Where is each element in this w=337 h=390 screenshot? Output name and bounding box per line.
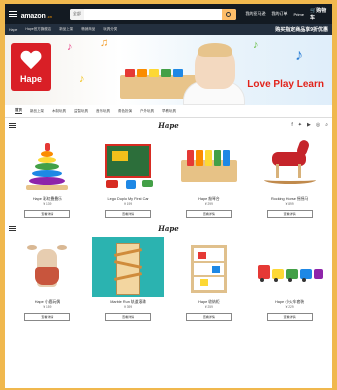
toy-key	[125, 69, 135, 77]
toy-key	[149, 69, 159, 77]
view-product-button[interactable]: 查看详情	[266, 313, 313, 321]
search-icon[interactable]: ⌕	[325, 122, 328, 128]
search-category-select[interactable]: 全部	[69, 8, 84, 20]
sub-nav-bar: Hape Hape官方旗舰店 新品上架 畅销商品 玩具分类 购买指定商品享9折优…	[5, 24, 332, 35]
product-price: ¥ 259	[204, 305, 213, 309]
toy-key	[173, 69, 183, 77]
music-note-icon: ♪	[67, 41, 73, 53]
tab-puzzle[interactable]: 益智玩具	[74, 109, 88, 114]
product-price: ¥ 159	[43, 305, 52, 309]
lego-set-image	[92, 134, 164, 194]
product-price: ¥ 399	[124, 305, 133, 309]
product-card[interactable]: Hape 敲琴台 ¥ 299 查看详情	[171, 134, 248, 218]
view-product-button[interactable]: 查看详情	[105, 210, 152, 218]
view-product-button[interactable]: 查看详情	[185, 313, 232, 321]
hape-logo: Hape	[11, 43, 51, 91]
storage-shelf-image	[173, 237, 245, 297]
product-price: ¥ 139	[43, 202, 52, 206]
product-card[interactable]: Hape 小火车套装 ¥ 229 查看详情	[251, 237, 328, 321]
product-card[interactable]: Hape 小鹿玩偶 ¥ 159 查看详情	[9, 237, 86, 321]
product-grid: Hape 小鹿玩偶 ¥ 159 查看详情 Marble Run 轨道滚珠 ¥ 3…	[5, 237, 332, 321]
stacking-rings-image	[11, 134, 83, 194]
product-grid: Hape 彩虹叠叠乐 ¥ 139 查看详情 Lego Duplo My Firs…	[5, 134, 332, 218]
tab-new[interactable]: 新品上架	[30, 109, 44, 114]
instagram-icon[interactable]: ◎	[316, 122, 320, 128]
tab-outdoor[interactable]: 户外玩具	[140, 109, 154, 114]
music-note-icon: ♪	[79, 73, 85, 85]
product-price: ¥ 299	[204, 202, 213, 206]
tab-wooden[interactable]: 木制玩具	[52, 109, 66, 114]
menu-icon[interactable]	[9, 225, 16, 231]
toy-key	[161, 69, 171, 77]
top-nav-bar: amazon.cn 全部 我的亚马逊 我的订单 Prime 🛒购物车	[5, 4, 332, 24]
view-product-button[interactable]: 查看详情	[24, 313, 71, 321]
section-logo: Hape	[158, 223, 179, 233]
marble-run-image	[92, 237, 165, 297]
view-product-button[interactable]: 查看详情	[185, 210, 232, 218]
product-price: ¥ 229	[285, 305, 294, 309]
music-note-icon: ♫	[100, 37, 109, 49]
rocking-horse-image	[254, 134, 326, 194]
menu-icon[interactable]	[9, 122, 16, 128]
category-tabs: 首页 新品上架 木制玩具 益智玩具 音乐玩具 角色扮演 户外玩具 早教玩具	[5, 105, 332, 118]
tab-early-learning[interactable]: 早教玩具	[162, 109, 176, 114]
subnav-item[interactable]: Hape	[9, 28, 17, 32]
product-card[interactable]: Rocking Horse 摇摇马 ¥ 899 查看详情	[251, 134, 328, 218]
social-links: f ✦ ▶ ◎ ⌕	[291, 122, 328, 128]
account-links: 我的亚马逊 我的订单 Prime 🛒购物车	[246, 7, 329, 21]
facebook-icon[interactable]: f	[291, 122, 292, 128]
search-input[interactable]	[83, 8, 222, 20]
tab-music[interactable]: 音乐玩具	[96, 109, 110, 114]
search-bar: 全部	[69, 8, 236, 20]
subnav-item[interactable]: 畅销商品	[81, 27, 95, 32]
xylophone-image	[173, 134, 245, 194]
section-header: Hape	[5, 221, 332, 235]
orders-link[interactable]: 我的订单	[272, 11, 288, 17]
section-header: Hape f ✦ ▶ ◎ ⌕	[5, 118, 332, 132]
banner-tagline: Love Play Learn	[247, 79, 324, 90]
account-link[interactable]: 我的亚马逊	[246, 11, 266, 17]
subnav-item[interactable]: 新品上架	[59, 27, 73, 32]
tab-roleplay[interactable]: 角色扮演	[118, 109, 132, 114]
twitter-icon[interactable]: ✦	[298, 122, 302, 128]
heart-icon	[20, 51, 42, 71]
tab-home[interactable]: 首页	[15, 108, 22, 114]
prime-link[interactable]: Prime	[294, 12, 304, 17]
youtube-icon[interactable]: ▶	[307, 122, 311, 128]
store-page: amazon.cn 全部 我的亚马逊 我的订单 Prime 🛒购物车 Hape …	[5, 4, 332, 388]
subnav-item[interactable]: 玩具分类	[103, 27, 117, 32]
music-note-icon: ♪	[253, 39, 259, 51]
promo-text[interactable]: 购买指定商品享9折优惠	[275, 26, 328, 33]
view-product-button[interactable]: 查看详情	[105, 313, 152, 321]
toy-train-image	[254, 237, 326, 297]
hero-banner[interactable]: Hape ♪ ♫ ♪ ♪ ♪ Love Play Learn	[5, 35, 332, 105]
product-price: ¥ 199	[124, 202, 133, 206]
product-price: ¥ 899	[285, 202, 294, 206]
search-icon	[226, 11, 231, 17]
baby-hair	[198, 43, 232, 57]
music-note-icon: ♪	[295, 47, 303, 64]
product-card[interactable]: Marble Run 轨道滚珠 ¥ 399 查看详情	[90, 237, 167, 321]
amazon-logo[interactable]: amazon.cn	[21, 5, 52, 23]
product-card[interactable]: Lego Duplo My First Car ¥ 199 查看详情	[90, 134, 167, 218]
subnav-item[interactable]: Hape官方旗舰店	[25, 27, 51, 32]
view-product-button[interactable]: 查看详情	[266, 210, 313, 218]
toy-key	[137, 69, 147, 77]
cart-button[interactable]: 🛒购物车	[310, 7, 328, 21]
menu-icon[interactable]	[9, 11, 17, 17]
section-logo: Hape	[158, 120, 179, 130]
product-card[interactable]: Hape 彩虹叠叠乐 ¥ 139 查看详情	[9, 134, 86, 218]
fawn-doll-image	[11, 237, 83, 297]
search-button[interactable]	[221, 8, 236, 20]
view-product-button[interactable]: 查看详情	[24, 210, 71, 218]
product-card[interactable]: Hape 收纳柜 ¥ 259 查看详情	[171, 237, 248, 321]
